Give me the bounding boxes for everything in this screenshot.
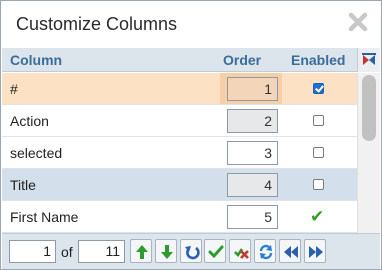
select-all-button[interactable]: [204, 239, 227, 263]
column-name-cell: selected: [10, 145, 63, 161]
table-row[interactable]: First Name 5 ✔: [2, 201, 357, 233]
enabled-check-icon[interactable]: ✔: [310, 207, 324, 227]
deselect-all-button[interactable]: [229, 239, 252, 263]
move-down-button[interactable]: [154, 239, 177, 263]
enabled-checkbox[interactable]: [313, 147, 324, 158]
column-name-cell: Title: [10, 177, 36, 193]
vertical-scrollbar[interactable]: [357, 73, 380, 233]
table-row[interactable]: #1: [2, 73, 357, 105]
table-row[interactable]: Action 2: [2, 105, 357, 137]
reset-button[interactable]: [179, 239, 202, 263]
move-up-button[interactable]: [130, 239, 152, 263]
order-input[interactable]: 2: [227, 109, 278, 133]
current-page-input[interactable]: 1: [9, 240, 56, 263]
column-name-cell: #: [10, 81, 18, 97]
column-settings-icon[interactable]: [357, 48, 380, 72]
refresh-button[interactable]: [254, 239, 276, 263]
column-name-cell: First Name: [10, 209, 79, 225]
pager-toolbar: 1 of 11: [2, 233, 380, 269]
order-header[interactable]: Order: [223, 52, 261, 68]
order-input[interactable]: 1: [227, 77, 278, 101]
next-page-button[interactable]: [303, 239, 326, 263]
table-row[interactable]: Title 4: [2, 169, 357, 201]
previous-page-button[interactable]: [278, 239, 301, 263]
enabled-checkbox[interactable]: [313, 83, 324, 94]
columns-grid: Column Order Enabled #1 Action 2 selected 3 T…: [2, 48, 380, 233]
dialog-title: Customize Columns: [16, 14, 178, 34]
column-name-cell: Action: [10, 113, 49, 129]
grid-header: Column Order Enabled: [2, 48, 380, 72]
enabled-checkbox[interactable]: [313, 179, 324, 190]
close-icon[interactable]: [347, 11, 369, 33]
order-input[interactable]: 3: [227, 141, 278, 165]
order-input[interactable]: 5: [227, 205, 278, 229]
table-row[interactable]: selected 3: [2, 137, 357, 169]
dialog-titlebar: Customize Columns: [1, 1, 381, 47]
total-pages-field: 11: [78, 240, 125, 263]
page-of-label: of: [61, 244, 73, 260]
grid-rows: #1 Action 2 selected 3 Title 4 First Name 5 ✔: [2, 73, 357, 233]
scrollbar-thumb[interactable]: [362, 75, 376, 141]
order-input[interactable]: 4: [227, 173, 278, 197]
enabled-header[interactable]: Enabled: [291, 52, 345, 68]
enabled-checkbox[interactable]: [313, 115, 324, 126]
column-header[interactable]: Column: [10, 52, 62, 68]
customize-columns-dialog: Customize Columns Column Order Enabled #…: [0, 0, 382, 270]
